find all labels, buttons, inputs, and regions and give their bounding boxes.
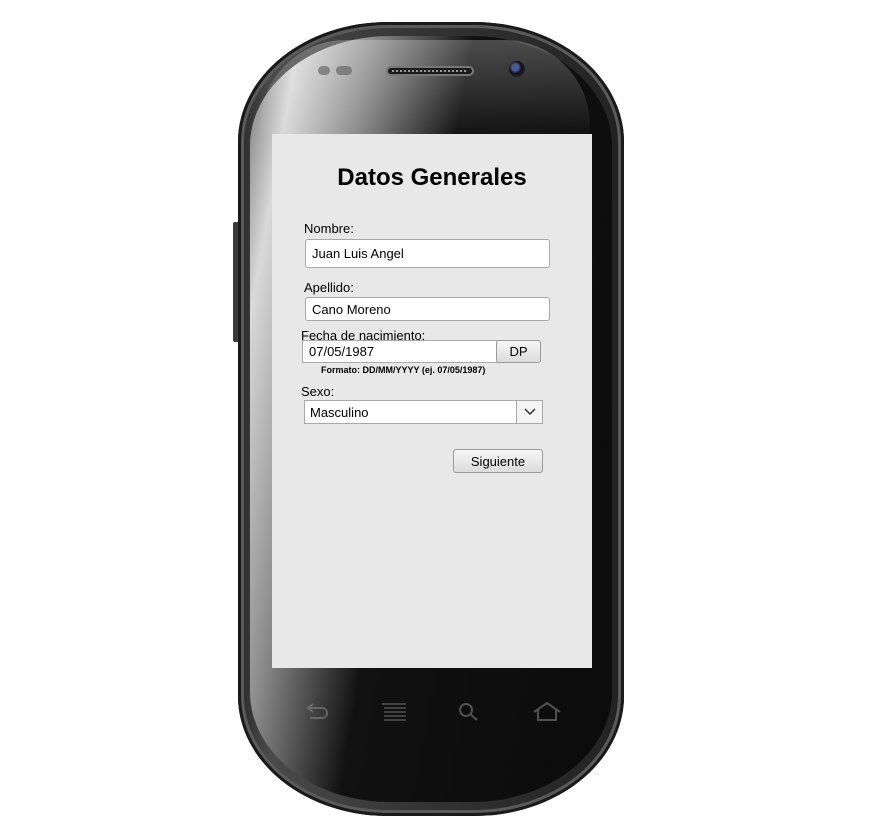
- sexo-label: Sexo:: [301, 384, 335, 399]
- home-icon[interactable]: [532, 700, 562, 724]
- page-title: Datos Generales: [337, 164, 527, 191]
- proximity-sensor: [318, 66, 330, 75]
- nombre-field[interactable]: Juan Luis Angel: [305, 239, 550, 268]
- chevron-down-icon[interactable]: [516, 401, 542, 423]
- apellido-field[interactable]: Cano Moreno: [305, 297, 550, 321]
- sexo-selected-value: Masculino: [310, 404, 369, 420]
- search-icon[interactable]: [455, 700, 485, 724]
- siguiente-button[interactable]: Siguiente: [453, 449, 543, 473]
- sexo-select[interactable]: Masculino: [304, 400, 543, 424]
- front-camera-icon: [509, 61, 525, 77]
- fecha-nacimiento-field[interactable]: 07/05/1987: [302, 340, 498, 363]
- date-picker-button[interactable]: DP: [496, 340, 541, 363]
- light-sensor: [336, 66, 352, 75]
- menu-icon[interactable]: [380, 700, 410, 724]
- fecha-format-hint: Formato: DD/MM/YYYY (ej. 07/05/1987): [321, 365, 486, 375]
- phone-gloss: [260, 40, 590, 140]
- apellido-label: Apellido:: [304, 280, 354, 295]
- earpiece-speaker: [386, 66, 474, 76]
- app-screen: Datos Generales Nombre: Juan Luis Angel …: [272, 134, 592, 668]
- back-icon[interactable]: [302, 700, 332, 724]
- nombre-label: Nombre:: [304, 221, 354, 236]
